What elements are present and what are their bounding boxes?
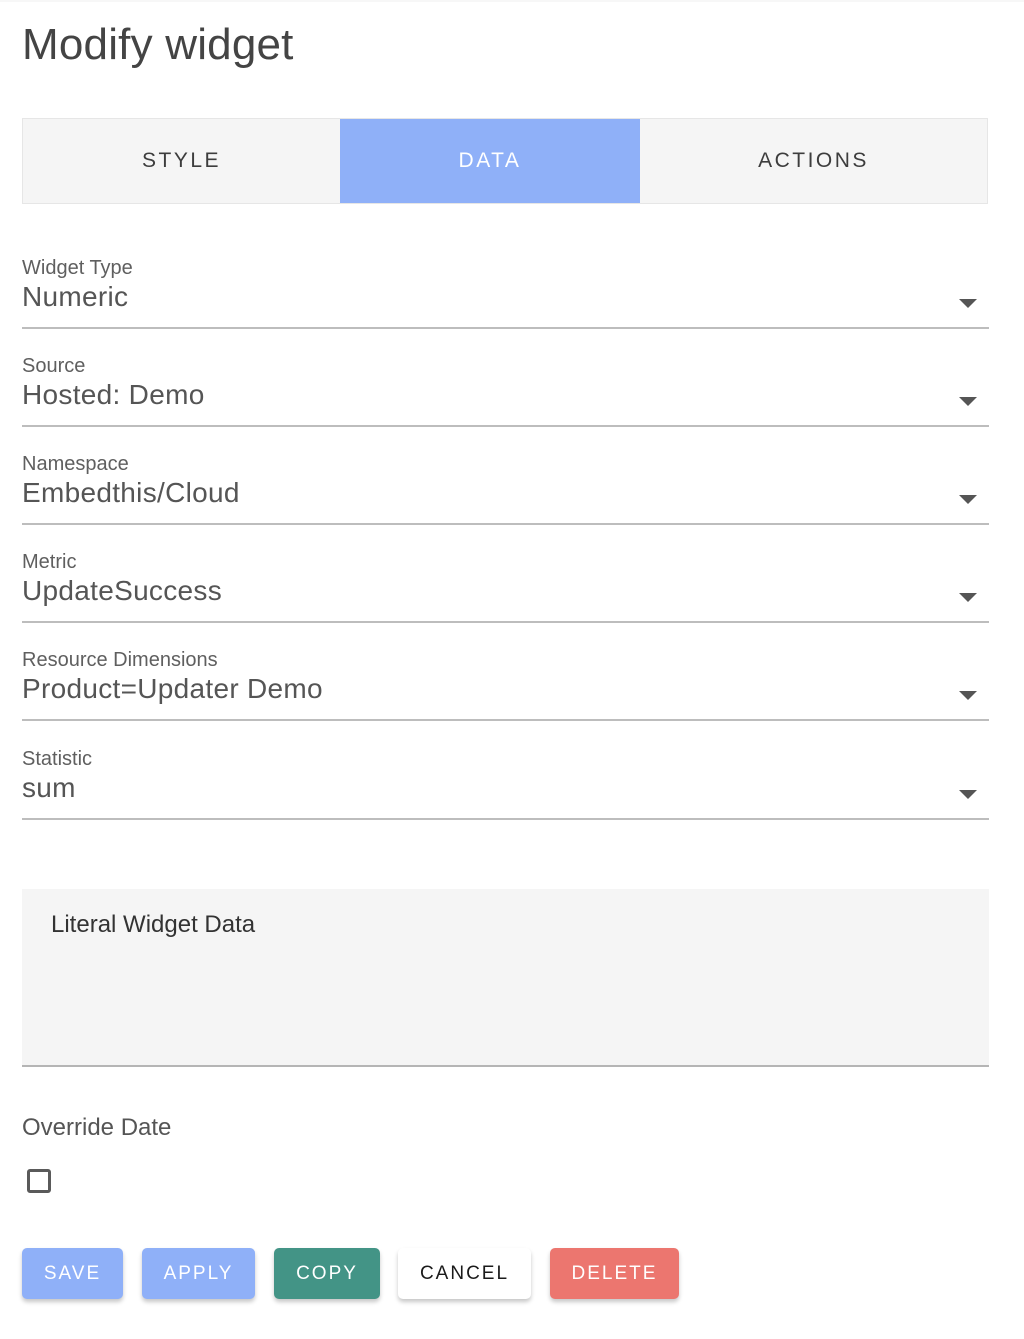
dropdown-arrow-icon[interactable]: [959, 790, 977, 799]
namespace-label: Namespace: [22, 453, 129, 475]
field-underline: [22, 425, 989, 427]
literal-widget-data-label: Literal Widget Data: [51, 911, 256, 938]
cancel-button[interactable]: CANCEL: [398, 1248, 531, 1299]
statistic-value: sum: [22, 772, 76, 803]
dropdown-arrow-icon[interactable]: [959, 397, 977, 406]
field-underline: [22, 523, 989, 525]
copy-button[interactable]: COPY: [274, 1248, 380, 1299]
resource-dimensions-value: Product=Updater Demo: [22, 673, 323, 704]
apply-button[interactable]: APPLY: [142, 1248, 255, 1299]
source-label: Source: [22, 355, 86, 377]
tab-style[interactable]: STYLE: [23, 119, 340, 203]
field-underline: [22, 621, 989, 623]
literal-widget-data-textarea[interactable]: Literal Widget Data: [22, 889, 989, 1067]
tab-bar: STYLE DATA ACTIONS: [22, 118, 988, 204]
metric-label: Metric: [22, 551, 77, 573]
statistic-label: Statistic: [22, 748, 93, 770]
delete-button[interactable]: DELETE: [550, 1248, 679, 1299]
dialog-title: Modify widget: [22, 20, 294, 69]
widget-type-value: Numeric: [22, 281, 129, 312]
metric-value: UpdateSuccess: [22, 575, 223, 606]
dropdown-arrow-icon[interactable]: [959, 299, 977, 308]
tab-data[interactable]: DATA: [340, 119, 640, 203]
source-value: Hosted: Demo: [22, 379, 205, 410]
save-button[interactable]: SAVE: [22, 1248, 123, 1299]
top-divider: [0, 0, 1024, 2]
widget-type-select[interactable]: Widget Type Numeric: [22, 257, 989, 329]
widget-type-label: Widget Type: [22, 257, 133, 279]
statistic-select[interactable]: Statistic sum: [22, 748, 989, 820]
override-date-checkbox[interactable]: [27, 1169, 51, 1193]
dropdown-arrow-icon[interactable]: [959, 691, 977, 700]
metric-select[interactable]: Metric UpdateSuccess: [22, 551, 989, 623]
dropdown-arrow-icon[interactable]: [959, 593, 977, 602]
field-underline: [22, 327, 989, 329]
field-underline: [22, 818, 989, 820]
override-date-label: Override Date: [22, 1114, 172, 1141]
field-underline: [22, 719, 989, 721]
resource-dimensions-select[interactable]: Resource Dimensions Product=Updater Demo: [22, 649, 989, 721]
namespace-select[interactable]: Namespace Embedthis/Cloud: [22, 453, 989, 525]
dropdown-arrow-icon[interactable]: [959, 495, 977, 504]
namespace-value: Embedthis/Cloud: [22, 477, 240, 508]
tab-actions[interactable]: ACTIONS: [640, 119, 987, 203]
resource-dimensions-label: Resource Dimensions: [22, 649, 218, 671]
source-select[interactable]: Source Hosted: Demo: [22, 355, 989, 427]
textarea-underline: [22, 1065, 989, 1067]
